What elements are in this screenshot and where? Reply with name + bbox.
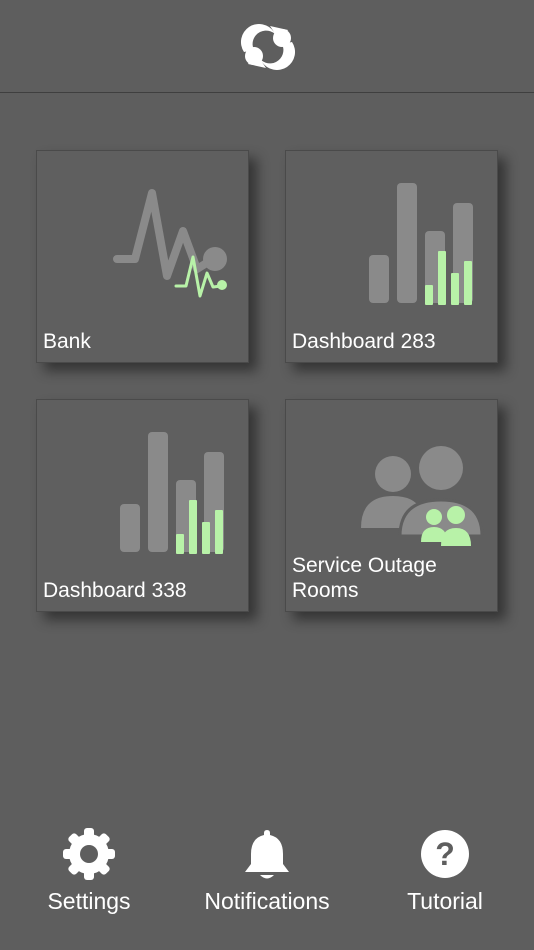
nav-tutorial[interactable]: ? Tutorial (360, 818, 530, 928)
question-mark-icon: ? (421, 830, 469, 878)
gear-icon (63, 828, 115, 880)
sync-arrows-logo-icon (240, 23, 296, 71)
nav-notifications[interactable]: Notifications (182, 818, 352, 928)
tile-service-outage-rooms[interactable]: Service Outage Rooms (285, 399, 498, 612)
tile-dashboard-338[interactable]: Dashboard 338 (36, 399, 249, 612)
tile-bank[interactable]: Bank (36, 150, 249, 363)
bottom-navigation: Settings Notifications ? Tutorial (0, 818, 534, 950)
app-header (0, 0, 534, 93)
bell-icon (245, 830, 289, 879)
tile-dashboard-283[interactable]: Dashboard 283 (285, 150, 498, 363)
nav-label: Tutorial (407, 888, 483, 914)
tile-label: Dashboard 338 (43, 579, 187, 602)
tile-label: Dashboard 283 (292, 330, 436, 353)
tile-label: Bank (43, 330, 91, 353)
nav-label: Settings (47, 888, 131, 914)
svg-text:?: ? (435, 836, 455, 872)
nav-label: Notifications (204, 888, 330, 914)
tile-label: Service Outage Rooms (292, 554, 437, 602)
nav-settings[interactable]: Settings (4, 818, 174, 928)
